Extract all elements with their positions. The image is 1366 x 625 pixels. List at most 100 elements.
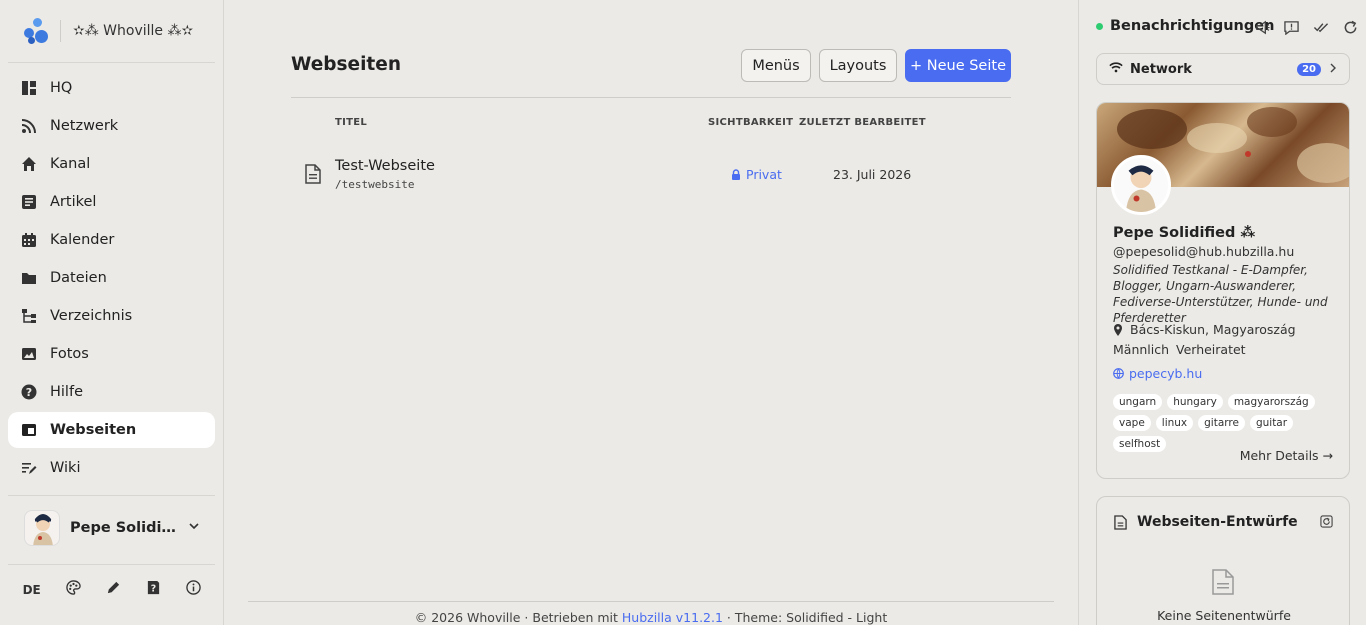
- brand[interactable]: ✫⁂ Whoville ⁂✫: [0, 0, 223, 62]
- bottom-toolbar: DE ?: [0, 580, 224, 599]
- home-icon: [20, 155, 38, 173]
- check-all-icon[interactable]: [1313, 20, 1329, 39]
- wifi-icon: [1109, 61, 1123, 77]
- map-pin-icon: [1114, 323, 1122, 336]
- profile-bio: Solidified Testkanal - E-Dampfer, Blogge…: [1113, 263, 1328, 325]
- right-panel: Benachrichtigungen Network 20 Pepe Solid…: [1078, 0, 1366, 625]
- folder-icon: [20, 269, 38, 287]
- nav-item-kalender[interactable]: Kalender: [8, 222, 215, 258]
- comment-icon[interactable]: [1284, 20, 1299, 39]
- nav-item-webseiten[interactable]: Webseiten: [8, 412, 215, 448]
- divider: [8, 564, 215, 565]
- chevron-right-icon: [1329, 61, 1337, 77]
- visibility-badge: Privat: [731, 167, 782, 182]
- column-header-title[interactable]: TITEL: [335, 117, 367, 128]
- tag-vape[interactable]: vape: [1113, 415, 1151, 431]
- footer-divider: [248, 601, 1054, 602]
- refresh-icon[interactable]: [1343, 20, 1358, 39]
- nav-label: Dateien: [50, 270, 107, 286]
- row-title[interactable]: Test-Webseite: [335, 158, 435, 174]
- megaphone-icon[interactable]: [1255, 20, 1270, 39]
- help-book-icon[interactable]: ?: [146, 580, 161, 599]
- tag-linux[interactable]: linux: [1155, 415, 1194, 431]
- nav-item-netzwerk[interactable]: Netzwerk: [8, 108, 215, 144]
- lock-icon: [732, 169, 740, 180]
- left-sidebar: ✫⁂ Whoville ⁂✫ HQ Netzwerk Kanal Artikel…: [0, 0, 224, 625]
- globe-icon: [1113, 368, 1124, 379]
- notifications-toolbar: [1255, 20, 1358, 39]
- row-edited-date: 23. Juli 2026: [833, 167, 912, 182]
- layouts-button[interactable]: Layouts: [819, 49, 897, 82]
- tag-selfhost[interactable]: selfhost: [1113, 436, 1167, 452]
- tag-ungarn[interactable]: ungarn: [1113, 394, 1163, 410]
- profile-avatar[interactable]: [1111, 155, 1171, 215]
- footer-prefix: © 2026 Whoville · Betrieben mit: [414, 610, 622, 625]
- nav-item-fotos[interactable]: Fotos: [8, 336, 215, 372]
- row-path: /testwebsite: [335, 178, 415, 191]
- profile-tags: ungarn hungary magyarország vape linux g…: [1113, 394, 1343, 452]
- article-icon: [20, 193, 38, 211]
- menus-button[interactable]: Menüs: [741, 49, 811, 82]
- pencil-icon[interactable]: [106, 580, 121, 599]
- profile-marital-status: Verheiratet: [1176, 342, 1246, 357]
- profile-location: Bács-Kiskun, Magyaroszág: [1113, 322, 1296, 337]
- nav-item-dateien[interactable]: Dateien: [8, 260, 215, 296]
- notifications-header: Benachrichtigungen: [1096, 18, 1274, 34]
- profile-website-link[interactable]: pepecyb.hu: [1113, 366, 1202, 381]
- document-icon: [1114, 515, 1127, 534]
- network-label: Network: [1130, 61, 1192, 77]
- language-switch[interactable]: DE: [23, 583, 41, 597]
- profile-website-text[interactable]: pepecyb.hu: [1129, 366, 1202, 381]
- tag-gitarre[interactable]: gitarre: [1198, 415, 1245, 431]
- visibility-label: Privat: [746, 167, 782, 182]
- nav-label: Kanal: [50, 156, 91, 172]
- nav-item-verzeichnis[interactable]: Verzeichnis: [8, 298, 215, 334]
- user-menu[interactable]: Pepe Solidified ⁂: [8, 503, 216, 553]
- nav-label: Fotos: [50, 346, 89, 362]
- nav-label: Artikel: [50, 194, 97, 210]
- svg-text:?: ?: [26, 386, 32, 399]
- main-content: Webseiten Menüs Layouts + Neue Seite TIT…: [224, 0, 1078, 625]
- tag-magyarorszag[interactable]: magyarország: [1227, 394, 1315, 410]
- nav-item-wiki[interactable]: Wiki: [8, 450, 215, 486]
- notifications-title: Benachrichtigungen: [1110, 18, 1275, 34]
- table-row[interactable]: Test-Webseite /testwebsite Privat 23. Ju…: [291, 150, 1011, 198]
- wiki-icon: [20, 459, 38, 477]
- network-notifications-button[interactable]: Network 20: [1096, 53, 1350, 85]
- drafts-empty-message: Keine Seitenentwürfe: [1157, 608, 1291, 623]
- nav-item-hq[interactable]: HQ: [8, 70, 215, 106]
- new-page-button[interactable]: + Neue Seite: [905, 49, 1011, 82]
- refresh-icon[interactable]: [1320, 515, 1333, 532]
- footer-suffix: · Theme: Solidified - Light: [722, 610, 888, 625]
- help-icon: ?: [20, 383, 38, 401]
- nav-label: Verzeichnis: [50, 308, 133, 324]
- info-icon[interactable]: [186, 580, 202, 599]
- profile-card: Pepe Solidified ⁂ @pepesolid@hub.hubzill…: [1096, 102, 1350, 479]
- site-name: ✫⁂ Whoville ⁂✫: [73, 23, 194, 39]
- rss-icon: [20, 117, 38, 135]
- palette-icon[interactable]: [66, 580, 81, 599]
- hubzilla-link[interactable]: Hubzilla v11.2.1: [622, 610, 723, 625]
- nav-label: Webseiten: [50, 422, 137, 438]
- page-header: Webseiten Menüs Layouts + Neue Seite: [291, 48, 1011, 98]
- user-name: Pepe Solidified ⁂: [70, 520, 180, 536]
- sitemap-icon: [20, 307, 38, 325]
- nav-item-hilfe[interactable]: ? Hilfe: [8, 374, 215, 410]
- nav-item-artikel[interactable]: Artikel: [8, 184, 215, 220]
- tag-guitar[interactable]: guitar: [1249, 415, 1294, 431]
- tag-hungary[interactable]: hungary: [1167, 394, 1223, 410]
- nav-label: Hilfe: [50, 384, 83, 400]
- svg-text:?: ?: [151, 583, 156, 594]
- nav-item-kanal[interactable]: Kanal: [8, 146, 215, 182]
- nav-label: Wiki: [50, 460, 81, 476]
- column-header-edited[interactable]: ZULETZT BEARBEITET: [799, 117, 926, 128]
- network-count-badge: 20: [1297, 62, 1321, 76]
- brand-separator: [60, 20, 61, 42]
- column-header-visibility[interactable]: SICHTBARKEIT: [708, 117, 793, 128]
- drafts-title: Webseiten-Entwürfe: [1137, 514, 1298, 530]
- profile-handle: @pepesolid@hub.hubzilla.hu: [1113, 244, 1295, 259]
- online-status-dot: [1096, 22, 1103, 30]
- divider: [8, 495, 215, 496]
- more-details-link[interactable]: Mehr Details →: [1240, 448, 1333, 463]
- profile-gender: Männlich: [1113, 342, 1170, 357]
